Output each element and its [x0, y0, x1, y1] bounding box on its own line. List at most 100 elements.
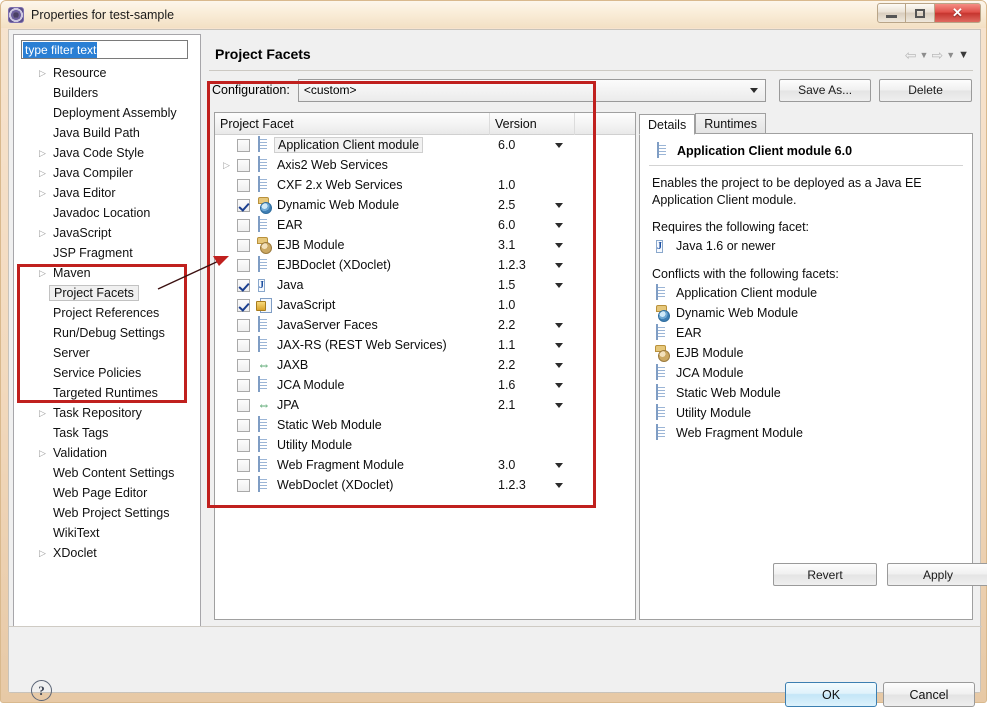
table-row[interactable]: CXF 2.x Web Services 1.0 [215, 175, 635, 195]
page-menu-icon[interactable]: ▼ [958, 48, 969, 62]
facet-checkbox[interactable] [237, 138, 250, 152]
table-row[interactable]: JavaScript 1.0 [215, 295, 635, 315]
sidebar-item-project-references[interactable]: Project References [14, 303, 200, 323]
chevron-right-icon[interactable]: ▷ [39, 408, 48, 418]
facet-checkbox[interactable] [237, 398, 250, 412]
sidebar-item-service-policies[interactable]: Service Policies [14, 363, 200, 383]
column-header-version[interactable]: Version [490, 113, 575, 135]
table-row[interactable]: Utility Module [215, 435, 635, 455]
maximize-button[interactable] [906, 3, 935, 23]
version-dropdown-icon[interactable] [555, 322, 563, 328]
filter-input[interactable]: type filter text [23, 41, 98, 58]
revert-button[interactable]: Revert [773, 563, 877, 586]
title-bar[interactable]: Properties for test-sample ✕ [1, 1, 986, 28]
version-dropdown-icon[interactable] [555, 222, 563, 228]
version-dropdown-icon[interactable] [555, 242, 563, 248]
version-dropdown-icon[interactable] [555, 342, 563, 348]
facet-checkbox[interactable] [237, 458, 250, 472]
version-dropdown-icon[interactable] [555, 482, 563, 488]
chevron-right-icon[interactable]: ▷ [39, 448, 48, 458]
facet-checkbox[interactable] [237, 418, 250, 432]
sidebar-item-java-compiler[interactable]: ▷ Java Compiler [14, 163, 200, 183]
version-dropdown-icon[interactable] [555, 362, 563, 368]
table-row[interactable]: JAX-RS (REST Web Services) 1.1 [215, 335, 635, 355]
version-dropdown-icon[interactable] [555, 382, 563, 388]
version-dropdown-icon[interactable] [555, 202, 563, 208]
sidebar-item-deployment-assembly[interactable]: Deployment Assembly [14, 103, 200, 123]
table-row[interactable]: EJB Module 3.1 [215, 235, 635, 255]
facet-checkbox[interactable] [237, 218, 250, 232]
facet-checkbox[interactable] [237, 278, 250, 292]
facet-checkbox[interactable] [237, 198, 250, 212]
facet-checkbox[interactable] [237, 318, 250, 332]
sidebar-item-builders[interactable]: Builders [14, 83, 200, 103]
cancel-button[interactable]: Cancel [883, 682, 975, 707]
sidebar-item-xdoclet[interactable]: ▷ XDoclet [14, 543, 200, 563]
filter-input-wrapper[interactable]: type filter text [21, 40, 188, 59]
table-row[interactable]: JavaServer Faces 2.2 [215, 315, 635, 335]
forward-dropdown-icon[interactable]: ▼ [946, 48, 955, 62]
help-icon[interactable]: ? [31, 680, 52, 701]
project-facet-table[interactable]: Project Facet Version Application Client… [214, 112, 636, 620]
facet-checkbox[interactable] [237, 178, 250, 192]
facet-checkbox[interactable] [237, 358, 250, 372]
facet-checkbox[interactable] [237, 298, 250, 312]
sidebar-item-jsp-fragment[interactable]: JSP Fragment [14, 243, 200, 263]
chevron-right-icon[interactable]: ▷ [39, 228, 48, 238]
facet-checkbox[interactable] [237, 338, 250, 352]
tab-runtimes[interactable]: Runtimes [695, 113, 767, 134]
table-row[interactable]: EJBDoclet (XDoclet) 1.2.3 [215, 255, 635, 275]
table-row[interactable]: JCA Module 1.6 [215, 375, 635, 395]
forward-arrow-icon[interactable]: ⇨ [931, 48, 943, 62]
version-dropdown-icon[interactable] [555, 402, 563, 408]
configuration-select[interactable]: <custom> [297, 78, 767, 102]
close-button[interactable]: ✕ [935, 3, 981, 23]
version-dropdown-icon[interactable] [555, 262, 563, 268]
sidebar-item-task-tags[interactable]: Task Tags [14, 423, 200, 443]
sidebar-item-targeted-runtimes[interactable]: Targeted Runtimes [14, 383, 200, 403]
table-row[interactable]: WebDoclet (XDoclet) 1.2.3 [215, 475, 635, 495]
table-row[interactable]: Static Web Module [215, 415, 635, 435]
facet-checkbox[interactable] [237, 378, 250, 392]
sidebar-item-server[interactable]: Server [14, 343, 200, 363]
table-row[interactable]: Application Client module 6.0 [215, 135, 635, 155]
minimize-button[interactable] [877, 3, 906, 23]
chevron-right-icon[interactable]: ▷ [39, 168, 48, 178]
table-row[interactable]: Dynamic Web Module 2.5 [215, 195, 635, 215]
sidebar-item-java-build-path[interactable]: Java Build Path [14, 123, 200, 143]
sidebar-item-java-editor[interactable]: ▷ Java Editor [14, 183, 200, 203]
tab-details[interactable]: Details [639, 114, 696, 135]
facet-checkbox[interactable] [237, 258, 250, 272]
facet-checkbox[interactable] [237, 438, 250, 452]
delete-button[interactable]: Delete [879, 78, 972, 102]
sidebar-item-validation[interactable]: ▷ Validation [14, 443, 200, 463]
save-as-button[interactable]: Save As... [779, 78, 872, 102]
sidebar-item-task-repository[interactable]: ▷ Task Repository [14, 403, 200, 423]
back-arrow-icon[interactable]: ⇦ [905, 48, 917, 62]
sidebar-item-web-page-editor[interactable]: Web Page Editor [14, 483, 200, 503]
sidebar-item-project-facets[interactable]: Project Facets [14, 283, 200, 303]
ok-button[interactable]: OK [785, 682, 877, 707]
table-row[interactable]: ⇔ JPA 2.1 [215, 395, 635, 415]
chevron-right-icon[interactable]: ▷ [39, 548, 48, 558]
back-dropdown-icon[interactable]: ▼ [920, 48, 929, 62]
column-header-facet[interactable]: Project Facet [215, 113, 490, 135]
chevron-right-icon[interactable]: ▷ [39, 148, 48, 158]
chevron-right-icon[interactable]: ▷ [39, 188, 48, 198]
chevron-right-icon[interactable]: ▷ [39, 268, 48, 278]
table-row[interactable]: ⇔ JAXB 2.2 [215, 355, 635, 375]
sidebar-item-javadoc-location[interactable]: Javadoc Location [14, 203, 200, 223]
sidebar-item-web-content-settings[interactable]: Web Content Settings [14, 463, 200, 483]
facet-checkbox[interactable] [237, 158, 250, 172]
facet-checkbox[interactable] [237, 238, 250, 252]
version-dropdown-icon[interactable] [555, 142, 563, 148]
table-row[interactable]: EAR 6.0 [215, 215, 635, 235]
chevron-right-icon[interactable]: ▷ [39, 68, 48, 78]
sidebar-item-resource[interactable]: ▷ Resource [14, 63, 200, 83]
facet-checkbox[interactable] [237, 478, 250, 492]
sidebar-item-wikitext[interactable]: WikiText [14, 523, 200, 543]
sidebar-item-web-project-settings[interactable]: Web Project Settings [14, 503, 200, 523]
chevron-right-icon[interactable]: ▷ [223, 160, 230, 171]
sidebar-item-javascript[interactable]: ▷ JavaScript [14, 223, 200, 243]
table-row[interactable]: J Java 1.5 [215, 275, 635, 295]
